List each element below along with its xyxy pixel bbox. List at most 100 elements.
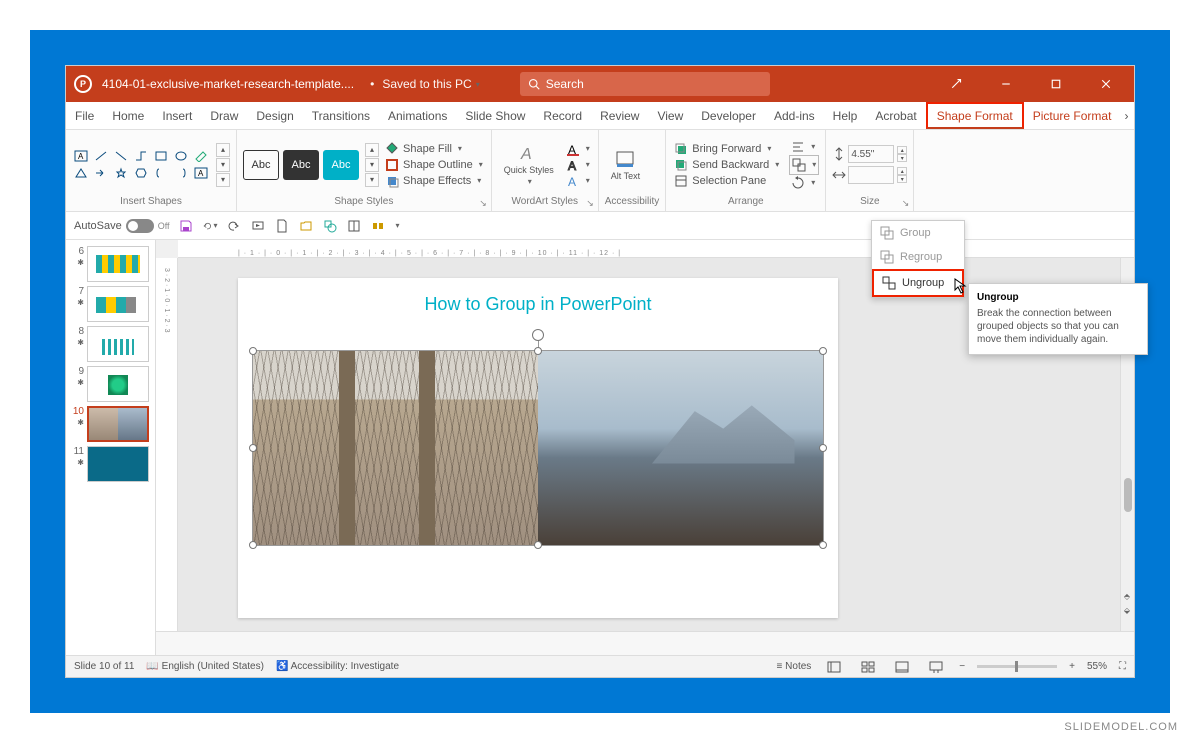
selection-pane-button[interactable]: Selection Pane — [672, 173, 781, 189]
tab-file[interactable]: File — [66, 102, 103, 129]
ungroup-menu-item[interactable]: Ungroup — [872, 269, 964, 297]
resize-handle[interactable] — [249, 444, 257, 452]
style-swatch-3[interactable]: Abc — [323, 150, 359, 180]
dialog-launcher-icon[interactable]: ↘ — [902, 198, 910, 209]
slide-thumbnails[interactable]: 6✱ 7✱ 8✱ 9✱ 10✱ 11✱ — [66, 240, 156, 655]
tab-view[interactable]: View — [648, 102, 692, 129]
sorter-view-icon[interactable] — [857, 659, 879, 675]
shape-effects-button[interactable]: Shape Effects▾ — [383, 173, 485, 189]
arrow-icon[interactable] — [92, 165, 110, 181]
zoom-out-button[interactable]: − — [959, 661, 965, 672]
normal-view-icon[interactable] — [823, 659, 845, 675]
reading-view-icon[interactable] — [891, 659, 913, 675]
thumb-8[interactable]: 8✱ — [66, 324, 155, 364]
qat-customize-icon[interactable]: ▾ — [396, 221, 400, 230]
resize-handle[interactable] — [819, 444, 827, 452]
text-effects-button[interactable]: A▾ — [564, 173, 592, 189]
textbox2-icon[interactable]: A — [192, 165, 210, 181]
from-beginning-icon[interactable] — [250, 218, 266, 234]
quick-styles-button[interactable]: A Quick Styles▾ — [498, 143, 560, 186]
thumb-11[interactable]: 11✱ — [66, 444, 155, 484]
fit-window-icon[interactable]: ⛶ — [1119, 661, 1126, 672]
zoom-in-button[interactable]: + — [1069, 661, 1075, 672]
slideshow-view-icon[interactable] — [925, 659, 947, 675]
tab-record[interactable]: Record — [534, 102, 591, 129]
next-slide-icon[interactable]: ⬙ — [1120, 603, 1134, 617]
shapes-qat-icon[interactable] — [322, 218, 338, 234]
prev-slide-icon[interactable]: ⬘ — [1120, 589, 1134, 603]
tab-review[interactable]: Review — [591, 102, 648, 129]
brace2-icon[interactable] — [172, 165, 190, 181]
save-icon[interactable] — [178, 218, 194, 234]
edit-shape-icon[interactable] — [192, 148, 210, 164]
tab-transitions[interactable]: Transitions — [303, 102, 379, 129]
shapes-gallery[interactable]: A A — [72, 148, 210, 181]
tab-overflow[interactable]: › — [1120, 102, 1132, 129]
gallery-scroll[interactable]: ▴▾▾ — [216, 143, 230, 187]
new-file-icon[interactable] — [274, 218, 290, 234]
hex-icon[interactable] — [132, 165, 150, 181]
search-input[interactable]: Search — [520, 72, 770, 96]
resize-handle[interactable] — [819, 347, 827, 355]
text-fill-button[interactable]: A▾ — [564, 141, 592, 157]
style-swatch-2[interactable]: Abc — [283, 150, 319, 180]
send-backward-button[interactable]: Send Backward▾ — [672, 157, 781, 173]
shape-outline-button[interactable]: Shape Outline▾ — [383, 157, 485, 173]
brace-icon[interactable] — [152, 165, 170, 181]
dialog-launcher-icon[interactable]: ↘ — [586, 198, 594, 209]
autosave-toggle[interactable]: AutoSaveOff — [74, 219, 170, 233]
notes-button[interactable]: ≡ Notes — [777, 661, 812, 672]
image-mountain[interactable] — [538, 351, 823, 545]
height-spinner[interactable]: ▴▾ — [897, 146, 907, 162]
tab-home[interactable]: Home — [103, 102, 153, 129]
thumb-10[interactable]: 10✱ — [66, 404, 155, 444]
slide-title[interactable]: How to Group in PowerPoint — [238, 278, 838, 323]
resize-handle[interactable] — [819, 541, 827, 549]
group-objects-button[interactable]: ▾ — [789, 155, 819, 175]
selected-group[interactable] — [252, 350, 824, 546]
tab-help[interactable]: Help — [824, 102, 867, 129]
thumb-7[interactable]: 7✱ — [66, 284, 155, 324]
minimize-button[interactable] — [986, 66, 1026, 102]
scroll-thumb[interactable] — [1124, 478, 1132, 512]
language-indicator[interactable]: 📖 English (United States) — [146, 661, 264, 672]
shape-fill-button[interactable]: Shape Fill▾ — [383, 141, 485, 157]
style-swatch-1[interactable]: Abc — [243, 150, 279, 180]
tab-shape-format[interactable]: Shape Format — [926, 102, 1024, 129]
line-icon[interactable] — [92, 148, 110, 164]
undo-icon[interactable]: ▾ — [202, 218, 218, 234]
close-button[interactable] — [1086, 66, 1126, 102]
tab-developer[interactable]: Developer — [692, 102, 765, 129]
more-qat-icon[interactable] — [370, 218, 386, 234]
maximize-button[interactable] — [1036, 66, 1076, 102]
zoom-slider[interactable] — [977, 665, 1057, 668]
resize-handle[interactable] — [534, 347, 542, 355]
resize-handle[interactable] — [249, 541, 257, 549]
slide-canvas[interactable]: How to Group in PowerPoint — [238, 278, 838, 618]
dialog-launcher-icon[interactable]: ↘ — [479, 198, 487, 209]
resize-handle[interactable] — [534, 541, 542, 549]
width-spinner[interactable]: ▴▾ — [897, 167, 907, 183]
tab-animations[interactable]: Animations — [379, 102, 456, 129]
tab-slideshow[interactable]: Slide Show — [456, 102, 534, 129]
bring-forward-button[interactable]: Bring Forward▾ — [672, 141, 781, 157]
rect-icon[interactable] — [152, 148, 170, 164]
rotate-button[interactable]: ▾ — [789, 175, 819, 191]
text-outline-button[interactable]: A▾ — [564, 157, 592, 173]
textbox-icon[interactable]: A — [72, 148, 90, 164]
star-icon[interactable] — [112, 165, 130, 181]
tab-picture-format[interactable]: Picture Format — [1024, 102, 1121, 129]
resize-handle[interactable] — [249, 347, 257, 355]
height-input[interactable]: 4.55" — [848, 145, 894, 163]
line2-icon[interactable] — [112, 148, 130, 164]
alt-text-button[interactable]: Alt Text — [605, 149, 646, 181]
redo-icon[interactable] — [226, 218, 242, 234]
coming-soon-icon[interactable] — [936, 66, 976, 102]
save-status[interactable]: Saved to this PC ▾ — [364, 77, 480, 91]
tab-addins[interactable]: Add-ins — [765, 102, 824, 129]
thumb-6[interactable]: 6✱ — [66, 244, 155, 284]
tab-draw[interactable]: Draw — [201, 102, 247, 129]
styles-scroll[interactable]: ▴▾▾ — [365, 143, 379, 187]
tri-icon[interactable] — [72, 165, 90, 181]
tab-design[interactable]: Design — [247, 102, 302, 129]
